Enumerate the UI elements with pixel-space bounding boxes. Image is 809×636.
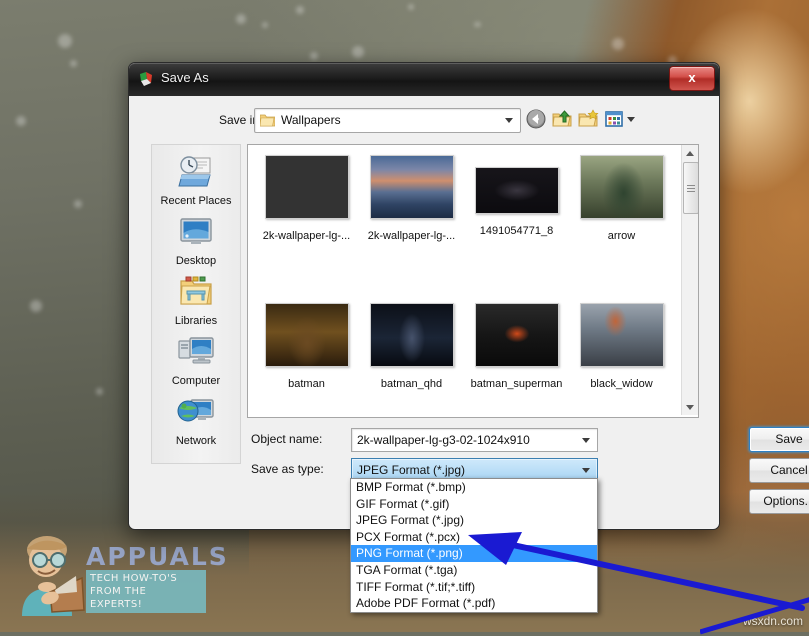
bokeh-dot (74, 200, 82, 208)
vertical-scrollbar[interactable] (681, 145, 698, 415)
object-name-label: Object name: (251, 432, 323, 446)
list-item[interactable]: 1491054771_8 (464, 167, 569, 237)
recent-places-icon (178, 156, 211, 187)
file-label: black_widow (590, 378, 653, 390)
bokeh-dot (70, 60, 77, 67)
appuals-tagline: TECH HOW-TO'S FROM THE EXPERTS! (86, 570, 206, 613)
place-item-libraries[interactable]: Libraries (152, 275, 240, 329)
dropdown-option[interactable]: TGA Format (*.tga) (351, 562, 597, 579)
scroll-down-button[interactable] (682, 399, 698, 415)
dialog-body: Save in: Wallpapers Recent Places Deskto… (129, 96, 809, 528)
appuals-watermark: APPUALS TECH HOW-TO'S FROM THE EXPERTS! (8, 518, 227, 626)
place-item-recent-places[interactable]: Recent Places (152, 155, 240, 209)
object-name-input[interactable]: 2k-wallpaper-lg-g3-02-1024x910 (351, 428, 598, 452)
list-item[interactable]: batman (254, 303, 359, 390)
close-icon[interactable]: x (669, 66, 715, 91)
bokeh-dot (612, 38, 624, 50)
save-button[interactable]: Save (749, 427, 809, 452)
file-label: batman_superman (470, 378, 563, 390)
options-button[interactable]: Options... (749, 489, 809, 514)
dropdown-option[interactable]: BMP Format (*.bmp) (351, 479, 597, 496)
site-watermark: wsxdn.com (742, 614, 803, 628)
place-label: Libraries (174, 315, 218, 327)
place-label: Network (175, 435, 217, 447)
cancel-button[interactable]: Cancel (749, 458, 809, 483)
chevron-down-icon[interactable] (505, 118, 513, 123)
bokeh-dot (262, 22, 268, 28)
dropdown-option[interactable]: Adobe PDF Format (*.pdf) (351, 595, 597, 612)
save-in-combobox[interactable]: Wallpapers (254, 108, 521, 133)
file-label: 1491054771_8 (479, 225, 554, 237)
file-list[interactable]: 2k-wallpaper-lg-... 2k-wallpaper-lg-... … (247, 144, 699, 418)
bokeh-dot (352, 46, 364, 58)
dialog-title-bar[interactable]: Save As x (129, 63, 719, 96)
paint-app-icon (140, 72, 152, 86)
list-item[interactable]: batman_superman (464, 303, 569, 390)
bokeh-dot (58, 34, 72, 48)
lioness-roaring-thumb (264, 155, 349, 219)
bokeh-dot (16, 116, 26, 126)
dropdown-option[interactable]: PCX Format (*.pcx) (351, 529, 597, 546)
bokeh-dot (474, 22, 481, 27)
batman-arkham-thumb (369, 303, 454, 367)
network-icon (177, 399, 214, 422)
libraries-icon (180, 276, 212, 305)
appuals-logo-text: APPUALS (86, 542, 229, 571)
dropdown-option[interactable]: PNG Format (*.png) (351, 545, 597, 562)
views-grid-icon[interactable] (603, 108, 625, 130)
dark-aircraft-thumb (474, 167, 559, 214)
save-as-dialog: Save As x Save in: Wallpapers Recent Pla… (128, 62, 809, 530)
bokeh-dot (408, 4, 414, 10)
bokeh-dot (310, 52, 318, 60)
place-label: Computer (171, 375, 221, 387)
save-as-type-dropdown-list[interactable]: BMP Format (*.bmp) GIF Format (*.gif) JPEG… (350, 478, 598, 613)
save-as-type-label: Save as type: (251, 462, 324, 476)
scroll-up-button[interactable] (682, 145, 698, 161)
list-item[interactable]: batman_qhd (359, 303, 464, 390)
file-label: batman_qhd (380, 378, 443, 390)
list-item[interactable]: black_widow (569, 303, 674, 390)
save-as-type-value: JPEG Format (*.jpg) (357, 463, 466, 477)
desktop-icon (180, 218, 212, 244)
file-label: 2k-wallpaper-lg-... (262, 230, 351, 242)
black-widow-thumb (579, 303, 664, 367)
new-folder-icon[interactable] (577, 108, 599, 130)
up-folder-icon[interactable] (551, 108, 573, 130)
green-arrow-archer-thumb (579, 155, 664, 219)
place-item-computer[interactable]: Computer (152, 335, 240, 389)
list-item[interactable]: 2k-wallpaper-lg-... (359, 155, 464, 242)
scrollbar-thumb[interactable] (683, 162, 698, 214)
bokeh-dot (296, 6, 304, 14)
views-chevron-down-icon[interactable] (627, 117, 635, 122)
bokeh-dot (30, 300, 42, 312)
folder-icon (260, 114, 275, 127)
file-label: 2k-wallpaper-lg-... (367, 230, 456, 242)
place-label: Desktop (175, 255, 217, 267)
file-label: batman (288, 378, 325, 390)
dropdown-option[interactable]: GIF Format (*.gif) (351, 496, 597, 513)
chevron-down-icon[interactable] (582, 468, 590, 473)
places-bar: Recent Places Desktop Libraries Computer… (151, 144, 241, 464)
back-arrow-icon[interactable] (525, 108, 547, 130)
dialog-title: Save As (161, 70, 209, 85)
place-label: Recent Places (160, 195, 232, 207)
save-in-value: Wallpapers (281, 113, 341, 127)
place-item-network[interactable]: Network (152, 395, 240, 449)
list-item[interactable]: 2k-wallpaper-lg-... (254, 155, 359, 242)
list-item[interactable]: arrow (569, 155, 674, 242)
appuals-mascot-icon (22, 536, 85, 616)
object-name-value: 2k-wallpaper-lg-g3-02-1024x910 (357, 433, 530, 447)
file-label: arrow (607, 230, 636, 242)
batman-superman-logo-thumb (474, 303, 559, 367)
bokeh-dot (236, 14, 246, 24)
city-sunset-river-thumb (369, 155, 454, 219)
dropdown-option[interactable]: JPEG Format (*.jpg) (351, 512, 597, 529)
place-item-desktop[interactable]: Desktop (152, 215, 240, 269)
computer-icon (178, 337, 214, 364)
bokeh-dot (96, 388, 103, 395)
batman-city-thumb (264, 303, 349, 367)
chevron-down-icon[interactable] (582, 438, 590, 443)
dropdown-option[interactable]: TIFF Format (*.tif;*.tiff) (351, 579, 597, 596)
